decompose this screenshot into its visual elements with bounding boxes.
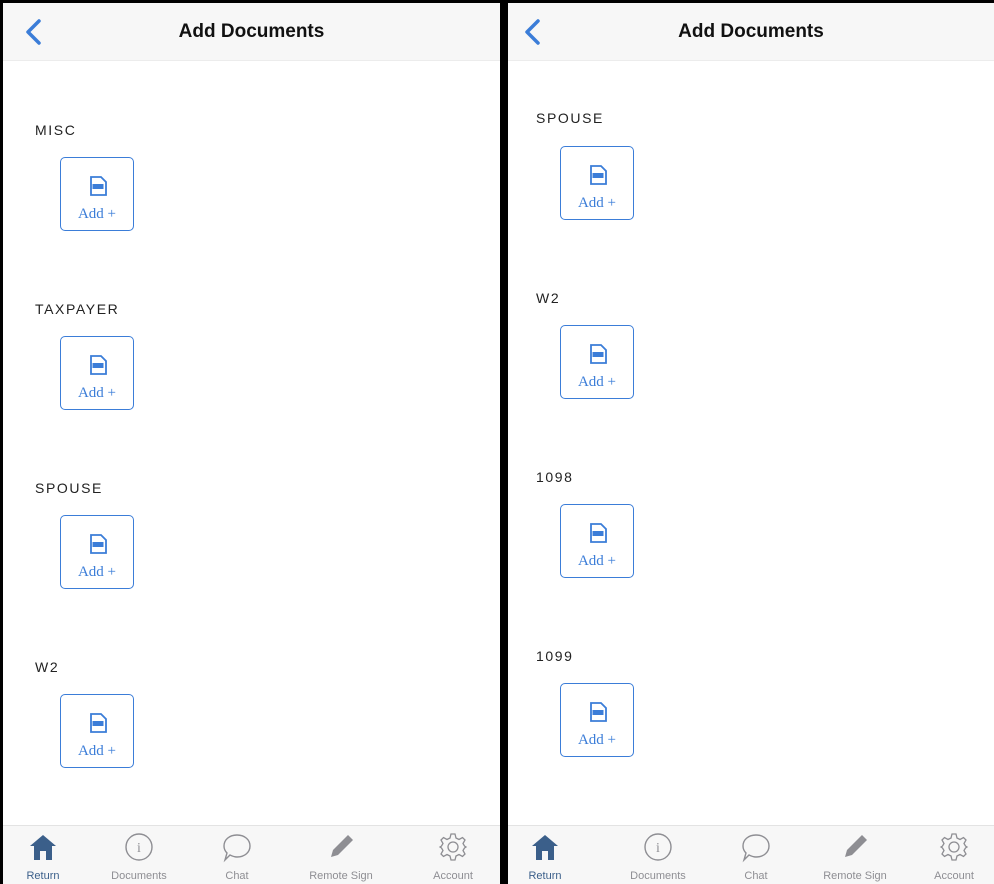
section-label-misc: MISC [35, 122, 77, 138]
section-label-w2: W2 [536, 290, 561, 306]
pencil-icon [845, 835, 867, 857]
add-document-button[interactable]: Add + [60, 694, 134, 768]
tab-label: Account [433, 870, 473, 882]
add-document-button[interactable]: Add + [560, 146, 634, 220]
info-icon: i [125, 833, 153, 861]
home-icon [532, 835, 558, 860]
info-icon: i [644, 833, 672, 861]
page-title: Add Documents [178, 21, 325, 42]
section-label-spouse: SPOUSE [35, 480, 103, 496]
tab-label: Documents [630, 870, 686, 882]
add-button-label: Add + [577, 374, 617, 390]
tab-label: Chat [744, 870, 768, 882]
screen-left: Add Documents MISC Add + TAXPAYER Add + … [3, 3, 500, 884]
tab-label: Documents [111, 870, 167, 882]
add-button-label: Add + [577, 195, 617, 211]
section-label-taxpayer: TAXPAYER [35, 301, 120, 317]
tab-chat[interactable]: Chat [716, 826, 796, 884]
section-label-w2: W2 [35, 659, 60, 675]
tab-label: Remote Sign [823, 870, 887, 882]
tab-label: Chat [225, 870, 249, 882]
nav-bar: Add Documents [508, 3, 994, 61]
svg-text:i: i [656, 841, 660, 856]
nav-bar: Add Documents [3, 3, 500, 61]
home-icon [30, 835, 56, 860]
tab-remote-sign[interactable]: Remote Sign [815, 826, 895, 884]
section-label-1099: 1099 [536, 648, 574, 664]
tab-remote-sign[interactable]: Remote Sign [301, 826, 381, 884]
chat-bubble-icon [742, 834, 770, 863]
doc-file-icon [90, 176, 107, 196]
add-button-label: Add + [577, 553, 617, 569]
add-document-button[interactable]: Add + [560, 504, 634, 578]
tab-documents[interactable]: i Documents [618, 826, 698, 884]
doc-file-icon [590, 523, 607, 543]
svg-text:i: i [137, 841, 141, 856]
page-title: Add Documents [678, 21, 824, 42]
add-document-button[interactable]: Add + [560, 683, 634, 757]
tab-return[interactable]: Return [508, 826, 585, 884]
add-button-label: Add + [77, 743, 117, 759]
add-document-button[interactable]: Add + [60, 157, 134, 231]
gear-icon [438, 833, 468, 861]
doc-file-icon [590, 165, 607, 185]
add-document-button[interactable]: Add + [60, 336, 134, 410]
add-document-button[interactable]: Add + [560, 325, 634, 399]
add-button-label: Add + [77, 385, 117, 401]
gear-icon [939, 833, 969, 861]
screen-right: Add Documents SPOUSE Add + W2 Add + 1098… [508, 3, 994, 884]
tab-label: Return [26, 870, 60, 882]
tab-label: Account [934, 870, 974, 882]
pencil-icon [331, 835, 353, 857]
doc-file-icon [590, 702, 607, 722]
tab-return[interactable]: Return [3, 826, 83, 884]
add-button-label: Add + [77, 564, 117, 580]
add-document-button[interactable]: Add + [60, 515, 134, 589]
section-label-spouse: SPOUSE [536, 110, 604, 126]
tab-label: Remote Sign [309, 870, 373, 882]
add-button-label: Add + [577, 732, 617, 748]
tab-bar: Return i Documents Chat Remote Sign Acco… [508, 825, 994, 884]
tab-account[interactable]: Account [914, 826, 994, 884]
add-button-label: Add + [77, 206, 117, 222]
tab-documents[interactable]: i Documents [99, 826, 179, 884]
tab-chat[interactable]: Chat [197, 826, 277, 884]
tab-account[interactable]: Account [413, 826, 493, 884]
tab-label: Return [528, 870, 562, 882]
section-label-1098: 1098 [536, 469, 574, 485]
doc-file-icon [90, 713, 107, 733]
doc-file-icon [590, 344, 607, 364]
chat-bubble-icon [223, 834, 251, 863]
doc-file-icon [90, 534, 107, 554]
doc-file-icon [90, 355, 107, 375]
tab-bar: Return i Documents Chat Remote Sign Acco… [3, 825, 500, 884]
